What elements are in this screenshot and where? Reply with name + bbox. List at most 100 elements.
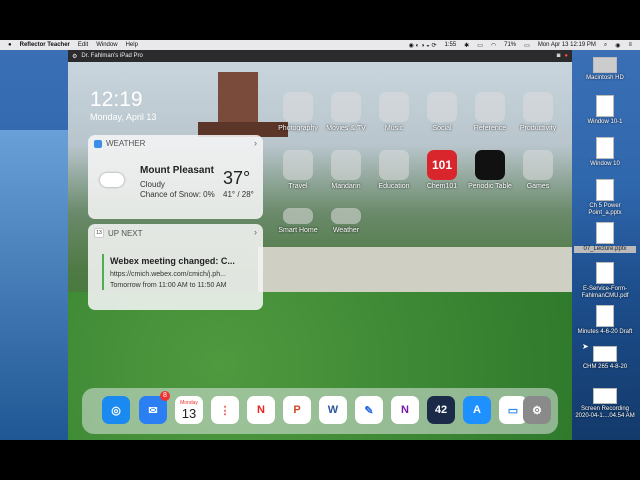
news-icon[interactable]: N	[247, 396, 275, 424]
weather-app-icon	[94, 139, 102, 148]
event-title: Webex meeting changed: C...	[110, 256, 235, 266]
battery-percent: 71%	[504, 42, 517, 48]
folder-productivity[interactable]: Productivity	[513, 92, 563, 132]
hard-drive-icon	[593, 57, 617, 73]
onenote-icon[interactable]: N	[391, 396, 419, 424]
cloud-icon	[100, 173, 124, 187]
safari-icon[interactable]: ◎	[102, 396, 130, 424]
folder-icon	[331, 208, 361, 224]
app-menu-name[interactable]: Reflector Teacher	[20, 42, 70, 48]
pen-icon[interactable]: ✎	[355, 396, 383, 424]
desktop-item[interactable]: Screen Recording 2020-04-1....04.54 AM	[574, 388, 636, 420]
desktop-item[interactable]: Ch 5 Power Point_a.pptx	[574, 179, 636, 217]
folder-icon	[283, 150, 313, 180]
mail-badge: 8	[160, 391, 170, 401]
desktop-item[interactable]: Minutes 4-6-20 Draft	[574, 305, 636, 336]
desktop-item[interactable]: 07_Lecture.pptx	[574, 222, 636, 253]
reminders-icon[interactable]: ⋮	[211, 396, 239, 424]
status-time-small: 1:55	[444, 42, 457, 48]
weather-range: 41° / 28°	[223, 190, 254, 199]
menu-window[interactable]: Window	[96, 42, 117, 48]
app-store-icon[interactable]: A	[463, 396, 491, 424]
weather-widget[interactable]: WEATHER › Mount Pleasant Cloudy Chance o…	[88, 135, 263, 219]
event-time: Tomorrow from 11:00 AM to 11:50 AM	[110, 282, 227, 289]
chem101-icon: 101	[427, 150, 457, 180]
calendar-icon[interactable]: Monday 13	[175, 396, 203, 424]
folder-music[interactable]: Music	[369, 92, 419, 132]
ipad-title: Dr. Fahlman's iPad Pro	[81, 53, 143, 59]
menu-help[interactable]: Help	[126, 42, 138, 48]
calendar-app-icon: 13	[94, 228, 104, 238]
folder-games[interactable]: Games	[513, 150, 563, 190]
menu-edit[interactable]: Edit	[78, 42, 88, 48]
weather-location: Mount Pleasant	[140, 165, 214, 176]
weather-temp: 37°	[223, 168, 251, 188]
video-icon	[593, 388, 617, 404]
airplay-icon[interactable]: ▭	[477, 42, 483, 49]
lock-time: 12:19	[90, 88, 143, 111]
periodic-table-icon	[475, 150, 505, 180]
battery-icon[interactable]: ▭	[524, 42, 530, 49]
close-icon[interactable]: ●	[564, 53, 568, 59]
folder-education[interactable]: Education	[369, 150, 419, 190]
user-icon[interactable]: ◉	[615, 42, 620, 49]
pptx-icon	[596, 179, 614, 201]
weather-header: WEATHER	[106, 139, 146, 148]
camera-icon[interactable]: ◙	[557, 53, 561, 59]
weather-condition: Cloudy	[140, 180, 165, 189]
screenshot-icon	[593, 346, 617, 362]
wifi-icon[interactable]: ◠	[491, 42, 496, 49]
folder-icon	[379, 92, 409, 122]
document-icon	[596, 137, 614, 159]
stone-wall	[258, 247, 572, 297]
desktop-item[interactable]: Window 10	[574, 137, 636, 168]
upnext-header: UP NEXT	[108, 228, 143, 238]
document-icon	[596, 95, 614, 117]
desktop-item[interactable]: Window 10-1	[574, 95, 636, 126]
folder-icon	[523, 150, 553, 180]
settings-icon[interactable]: ⚙	[523, 396, 551, 424]
lock-date: Monday, April 13	[90, 112, 157, 122]
folder-icon	[331, 150, 361, 180]
gear-icon[interactable]: ⚙	[72, 53, 77, 60]
chevron-right-icon[interactable]: ›	[254, 227, 257, 237]
event-color-bar	[102, 254, 104, 290]
folder-mandarin[interactable]: Mandarin	[321, 150, 371, 190]
menu-list-icon[interactable]: ≡	[628, 42, 632, 48]
word-icon[interactable]: W	[319, 396, 347, 424]
ipad-window-titlebar[interactable]: ⚙ Dr. Fahlman's iPad Pro ◙ ●	[68, 50, 572, 62]
folder-icon	[475, 92, 505, 122]
folder-icon	[283, 92, 313, 122]
ipad-dock: ◎ ✉ 8 Monday 13 ⋮ N P W ✎ N 42 A ▭ ⚙	[82, 388, 558, 434]
folder-icon	[283, 208, 313, 224]
folder-social[interactable]: Social	[417, 92, 467, 132]
desktop-item[interactable]: E-Service-Form-FahlmanCMU.pdf	[574, 262, 636, 300]
upnext-widget[interactable]: 13 UP NEXT › Webex meeting changed: C...…	[88, 224, 263, 310]
pptx-icon	[596, 222, 614, 244]
event-url[interactable]: https://cmich.webex.com/cmich/j.ph...	[110, 271, 226, 278]
folder-reference[interactable]: Reference	[465, 92, 515, 132]
folder-icon	[427, 92, 457, 122]
app-42-icon[interactable]: 42	[427, 396, 455, 424]
folder-icon	[379, 150, 409, 180]
folder-photography[interactable]: Photography	[273, 92, 323, 132]
folder-movies-tv[interactable]: Movies & TV	[321, 92, 371, 132]
ipad-screen: 12:19 Monday, April 13 WEATHER › Mount P…	[68, 62, 572, 440]
app-periodic-table[interactable]: Periodic Table	[465, 150, 515, 190]
folder-travel[interactable]: Travel	[273, 150, 323, 190]
pdf-icon	[596, 262, 614, 284]
status-icons[interactable]: ◉ ◐ ◑ ◒ ⟳	[409, 42, 437, 49]
bluetooth-icon[interactable]: ✱	[464, 42, 469, 49]
app-chem101[interactable]: 101 Chem101	[417, 150, 467, 190]
mouse-cursor-icon: ➤	[582, 342, 589, 351]
folder-icon	[523, 92, 553, 122]
apple-icon[interactable]: ●	[8, 42, 12, 48]
powerpoint-icon[interactable]: P	[283, 396, 311, 424]
folder-weather[interactable]: Weather	[321, 208, 371, 234]
folder-icon	[331, 92, 361, 122]
desktop-item[interactable]: Macintosh HD	[574, 57, 636, 82]
search-icon[interactable]: ⌕	[604, 42, 607, 49]
folder-smart-home[interactable]: Smart Home	[273, 208, 323, 234]
chevron-right-icon[interactable]: ›	[254, 138, 257, 148]
menubar-clock[interactable]: Mon Apr 13 12:19 PM	[538, 42, 596, 48]
